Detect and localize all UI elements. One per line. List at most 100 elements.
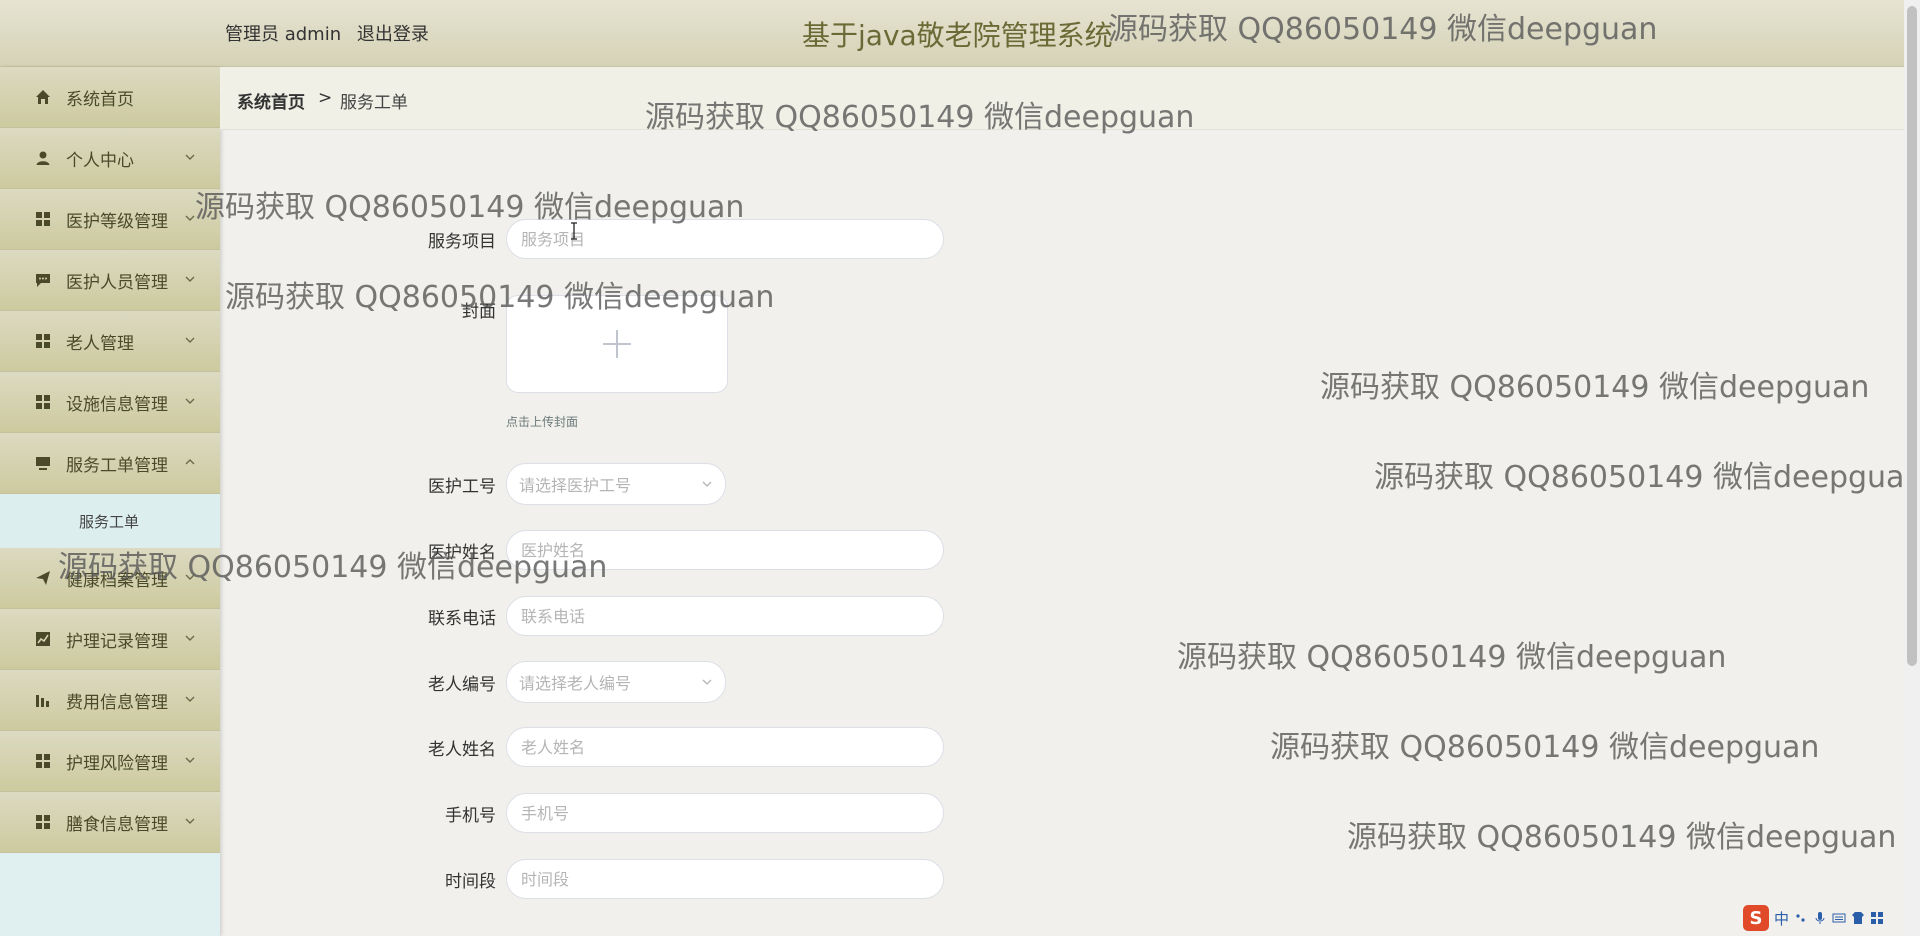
admin-user-label: 管理员 admin [225, 24, 342, 45]
elder-name-input[interactable] [506, 727, 944, 767]
punctuation-icon[interactable] [1794, 911, 1808, 925]
grid-icon [36, 212, 50, 226]
sidebar-item-label: 医护人员管理 [66, 272, 168, 293]
grid-icon [36, 334, 50, 348]
cover-label: 封面 [462, 302, 496, 322]
submenu-item-service-order[interactable]: 服务工单 [0, 494, 220, 548]
mobile-input[interactable] [506, 793, 944, 833]
sidebar-item-label: 服务工单管理 [66, 455, 168, 476]
sidebar-item-label: 护理记录管理 [66, 631, 168, 652]
breadcrumb-home-link[interactable]: 系统首页 [237, 88, 305, 113]
staff-name-label: 医护姓名 [428, 542, 496, 563]
toolbox-grid-icon[interactable] [1870, 911, 1884, 925]
sidebar-item-label: 费用信息管理 [66, 692, 168, 713]
microphone-icon[interactable] [1813, 911, 1827, 925]
elder-no-select[interactable]: 请选择老人编号 [506, 661, 726, 703]
mobile-label: 手机号 [445, 805, 496, 826]
grid-icon [36, 754, 50, 768]
service-item-label: 服务项目 [428, 231, 496, 252]
form-row-elder-name: 老人姓名 [380, 727, 944, 767]
form-row-time-slot: 时间段 [380, 859, 944, 899]
watermark-text: 源码获取 QQ86050149 微信deepguan [1347, 820, 1897, 855]
logout-link[interactable]: 退出登录 [357, 24, 429, 45]
chevron-down-icon [185, 696, 195, 702]
watermark-text: 源码获取 QQ86050149 微信deepguan [1320, 370, 1870, 405]
sidebar: 系统首页 个人中心 医护等级管理 医护人员管理 老人管理 设施信息管理 服务工单… [0, 67, 220, 936]
elder-name-label: 老人姓名 [428, 739, 496, 760]
sidebar-item-label: 老人管理 [66, 333, 134, 354]
sidebar-item-meals[interactable]: 膳食信息管理 [0, 792, 220, 853]
elder-no-label: 老人编号 [428, 674, 496, 695]
staff-no-placeholder: 请选择医护工号 [519, 476, 632, 495]
text-cursor-icon [571, 222, 577, 240]
chevron-down-icon [185, 398, 195, 404]
phone-input[interactable] [506, 596, 944, 636]
sidebar-item-service-orders[interactable]: 服务工单管理 [0, 433, 220, 494]
watermark-text: 源码获取 QQ86050149 微信deepguan [1177, 640, 1727, 675]
staff-name-input[interactable] [506, 530, 944, 570]
bar-chart-icon [36, 695, 49, 707]
grid-icon [36, 815, 50, 829]
chevron-down-icon [185, 154, 195, 160]
ime-toolbar: S 中 [1743, 904, 1904, 932]
phone-label: 联系电话 [428, 608, 496, 629]
sidebar-item-care-level[interactable]: 医护等级管理 [0, 189, 220, 250]
watermark-text: 源码获取 QQ86050149 微信deepguan [1270, 730, 1820, 765]
time-slot-label: 时间段 [445, 871, 496, 892]
scrollbar-thumb[interactable] [1907, 6, 1917, 666]
system-title: 基于java敬老院管理系统 [802, 19, 1113, 52]
skin-shirt-icon[interactable] [1851, 911, 1865, 925]
sidebar-item-label: 健康档案管理 [66, 570, 168, 591]
chevron-down-icon [185, 276, 195, 282]
send-icon [36, 571, 50, 585]
chevron-down-icon [185, 337, 195, 343]
form-row-phone: 联系电话 [380, 596, 944, 636]
form-row-elder-no: 老人编号 请选择老人编号 [380, 661, 726, 703]
staff-no-select[interactable]: 请选择医护工号 [506, 463, 726, 505]
form-row-cover: 封面 [380, 295, 728, 393]
keyboard-icon[interactable] [1832, 911, 1846, 925]
sogou-ime-logo[interactable]: S [1743, 905, 1769, 931]
chat-icon [36, 274, 50, 287]
sidebar-item-care-records[interactable]: 护理记录管理 [0, 609, 220, 670]
form-row-staff-no: 医护工号 请选择医护工号 [380, 463, 726, 505]
sidebar-item-label: 膳食信息管理 [66, 814, 168, 835]
home-icon [36, 90, 50, 104]
sidebar-item-facilities[interactable]: 设施信息管理 [0, 372, 220, 433]
sidebar-item-label: 系统首页 [66, 89, 134, 110]
monitor-icon [36, 457, 50, 470]
cover-upload-box[interactable] [506, 295, 728, 393]
top-header: 管理员 admin 退出登录 基于java敬老院管理系统 [0, 0, 1904, 67]
breadcrumb: 系统首页 > 服务工单 [220, 67, 1904, 130]
sidebar-item-label: 设施信息管理 [66, 394, 168, 415]
chevron-up-icon [185, 459, 195, 465]
form-row-staff-name: 医护姓名 [380, 530, 944, 570]
form-row-service-item: 服务项目 [380, 219, 944, 259]
watermark-text: 源码获取 QQ86050149 微信deepguan [1374, 460, 1920, 495]
chevron-down-icon [185, 818, 195, 824]
sidebar-item-care-staff[interactable]: 医护人员管理 [0, 250, 220, 311]
breadcrumb-current: 服务工单 [340, 93, 408, 113]
sidebar-item-care-risk[interactable]: 护理风险管理 [0, 731, 220, 792]
sidebar-item-label: 个人中心 [66, 150, 134, 171]
time-slot-input[interactable] [506, 859, 944, 899]
vertical-scrollbar[interactable] [1904, 0, 1920, 936]
elder-no-placeholder: 请选择老人编号 [519, 674, 632, 693]
sidebar-item-label: 医护等级管理 [66, 211, 168, 232]
ime-language-toggle[interactable]: 中 [1774, 908, 1789, 929]
sidebar-item-fees[interactable]: 费用信息管理 [0, 670, 220, 731]
grid-icon [36, 395, 50, 409]
chevron-down-icon [185, 635, 195, 641]
user-icon [36, 151, 50, 165]
line-chart-icon [36, 632, 50, 646]
breadcrumb-separator: > [318, 88, 333, 108]
form-row-mobile: 手机号 [380, 793, 944, 833]
submenu-item-label: 服务工单 [79, 512, 140, 531]
chevron-down-icon [702, 481, 712, 487]
user-info: 管理员 admin 退出登录 [225, 20, 439, 46]
sidebar-item-health-records[interactable]: 健康档案管理 [0, 548, 220, 609]
chevron-down-icon [185, 574, 195, 580]
sidebar-item-home[interactable]: 系统首页 [0, 67, 220, 128]
sidebar-item-elders[interactable]: 老人管理 [0, 311, 220, 372]
sidebar-item-personal-center[interactable]: 个人中心 [0, 128, 220, 189]
